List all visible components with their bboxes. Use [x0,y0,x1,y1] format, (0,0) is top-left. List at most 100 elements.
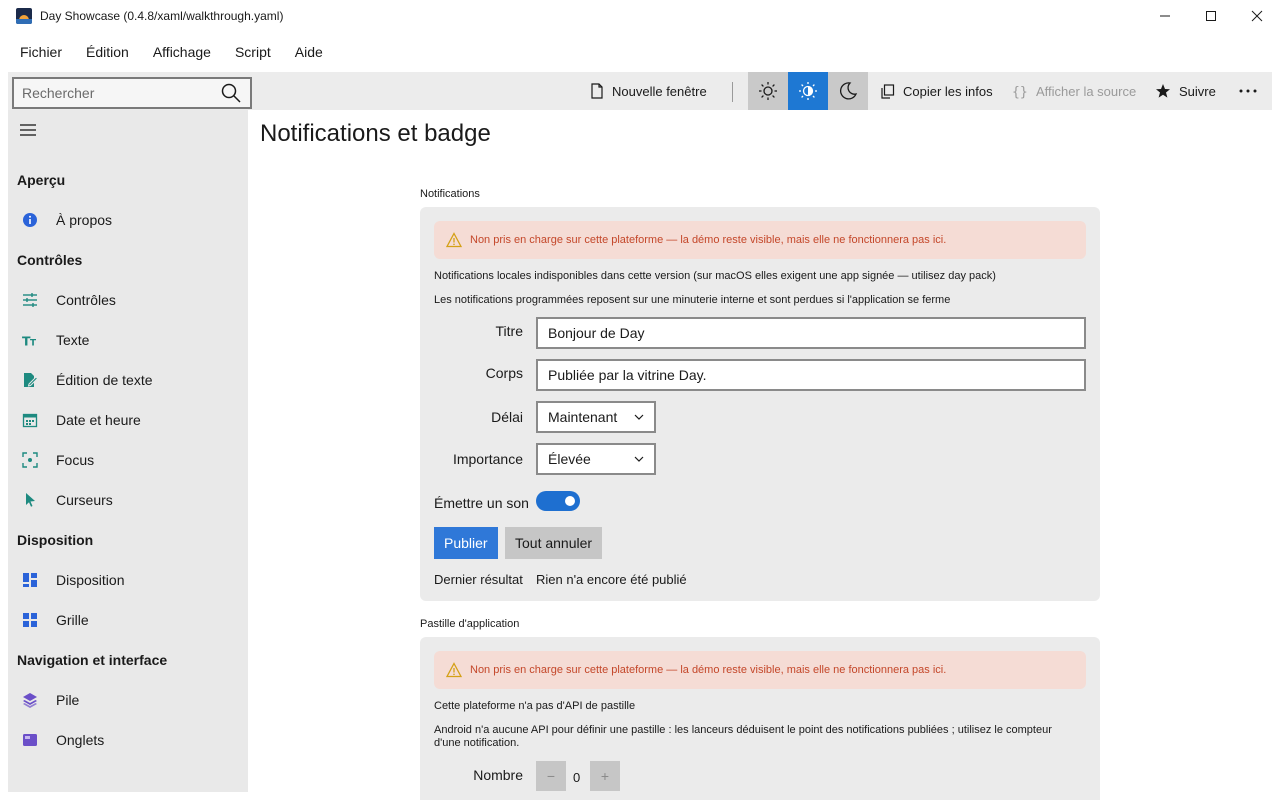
sidebar-item-focus[interactable]: Focus [8,440,248,480]
tabs-icon [22,732,38,748]
delay-label: Délai [491,409,523,425]
sidebar-item-label: Texte [56,332,90,348]
contrast-sun-icon [799,82,817,100]
more-options-button[interactable] [1239,72,1265,110]
sidebar-item-cursors[interactable]: Curseurs [8,480,248,520]
close-icon [1251,10,1263,22]
sidebar-item-label: À propos [56,212,113,228]
sidebar-item-text[interactable]: TT Texte [8,320,248,360]
sidebar-item-layout[interactable]: Disposition [8,560,248,600]
theme-system-button[interactable] [788,72,828,110]
info-text: Notifications locales indisponibles dans… [434,270,996,282]
title-field-label: Titre [495,323,523,339]
notifications-section-label: Notifications [420,188,480,200]
unsupported-warning: Non pris en charge sur cette plateforme … [434,651,1086,689]
stack-icon [22,692,38,708]
sidebar-item-label: Focus [56,452,95,468]
menu-view[interactable]: Affichage [141,38,223,66]
svg-text:{}: {} [1012,85,1028,99]
info-text: Cette plateforme n'a pas d'API de pastil… [434,700,636,712]
copy-info-label: Copier les infos [903,83,993,99]
page-title: Notifications et badge [260,120,491,147]
body-input[interactable] [536,359,1086,391]
sun-icon [759,82,777,100]
menu-script[interactable]: Script [223,38,283,66]
search-icon[interactable] [220,82,242,104]
section-navigation: Navigation et interface [17,652,168,668]
decrement-button[interactable]: − [536,761,566,791]
menu-file[interactable]: Fichier [8,38,74,66]
toolbar: Nouvelle fenêtre [8,72,1272,110]
sidebar-item-stack[interactable]: Pile [8,680,248,720]
sidebar-item-label: Édition de texte [56,372,153,388]
sidebar-item-label: Disposition [56,572,125,588]
new-window-button[interactable]: Nouvelle fenêtre [590,72,707,110]
warning-text: Non pris en charge sur cette plateforme … [470,234,947,246]
menu-edit[interactable]: Édition [74,38,141,66]
search-input[interactable] [14,85,220,101]
info-text: Les notifications programmées reposent s… [434,294,951,306]
chevron-down-icon [634,456,644,462]
minimize-icon [1160,15,1170,17]
increment-button[interactable]: + [590,761,620,791]
menu-help[interactable]: Aide [283,38,335,66]
maximize-button[interactable] [1188,0,1234,32]
menu-bar: Fichier Édition Affichage Script Aide [8,36,335,68]
layout-icon [22,572,38,588]
show-source-label: Afficher la source [1036,83,1137,99]
show-source-button[interactable]: {} Afficher la source [1012,72,1136,110]
count-value: 0 [573,770,581,785]
warning-icon [446,662,462,678]
more-icon [1239,89,1257,93]
sidebar-item-grid[interactable]: Grille [8,600,248,640]
minimize-button[interactable] [1142,0,1188,32]
title-input[interactable] [536,317,1086,349]
theme-dark-button[interactable] [828,72,868,110]
maximize-icon [1206,11,1216,21]
warning-icon [446,232,462,248]
sidebar: Aperçu À propos Contrôles Contrôles TT T… [8,110,248,792]
new-window-label: Nouvelle fenêtre [612,83,707,99]
close-window-button[interactable] [1234,0,1280,32]
delay-value: Maintenant [548,409,618,425]
sidebar-item-label: Date et heure [56,412,141,428]
sliders-icon [22,292,38,308]
calendar-icon [22,412,38,428]
sidebar-item-label: Curseurs [56,492,113,508]
document-icon [591,83,603,99]
svg-text:T: T [30,338,36,348]
last-result-label: Dernier résultat [434,572,523,587]
sidebar-item-tabs[interactable]: Onglets [8,720,248,760]
focus-icon [22,452,38,468]
window-title: Day Showcase (0.4.8/xaml/walkthrough.yam… [40,9,284,23]
info-icon [22,212,38,228]
sidebar-item-date-time[interactable]: Date et heure [8,400,248,440]
cancel-all-button[interactable]: Tout annuler [505,527,603,559]
badge-section-label: Pastille d'application [420,618,520,630]
sidebar-item-label: Onglets [56,732,105,748]
search-box [12,77,252,109]
sidebar-item-controls[interactable]: Contrôles [8,280,248,320]
copy-icon [881,83,895,99]
hamburger-menu-icon[interactable] [18,122,38,138]
text-icon: TT [22,332,38,348]
toggle-knob [565,496,575,506]
section-layout: Disposition [17,532,94,548]
delay-select[interactable]: Maintenant [536,401,656,433]
follow-button[interactable]: Suivre [1155,72,1216,110]
warning-text: Non pris en charge sur cette plateforme … [470,664,947,676]
sidebar-item-about[interactable]: À propos [8,200,248,240]
chevron-down-icon [634,414,644,420]
title-bar: Day Showcase (0.4.8/xaml/walkthrough.yam… [0,0,1280,32]
theme-light-button[interactable] [748,72,788,110]
app-logo-icon [16,8,32,24]
sound-toggle[interactable] [536,491,580,511]
sidebar-item-text-editing[interactable]: Édition de texte [8,360,248,400]
importance-select[interactable]: Élevée [536,443,656,475]
publish-button[interactable]: Publier [434,527,498,559]
sound-label: Émettre un son [434,495,529,511]
section-overview: Aperçu [17,172,66,188]
importance-value: Élevée [548,451,591,467]
copy-info-button[interactable]: Copier les infos [880,72,993,110]
count-label: Nombre [473,767,523,783]
